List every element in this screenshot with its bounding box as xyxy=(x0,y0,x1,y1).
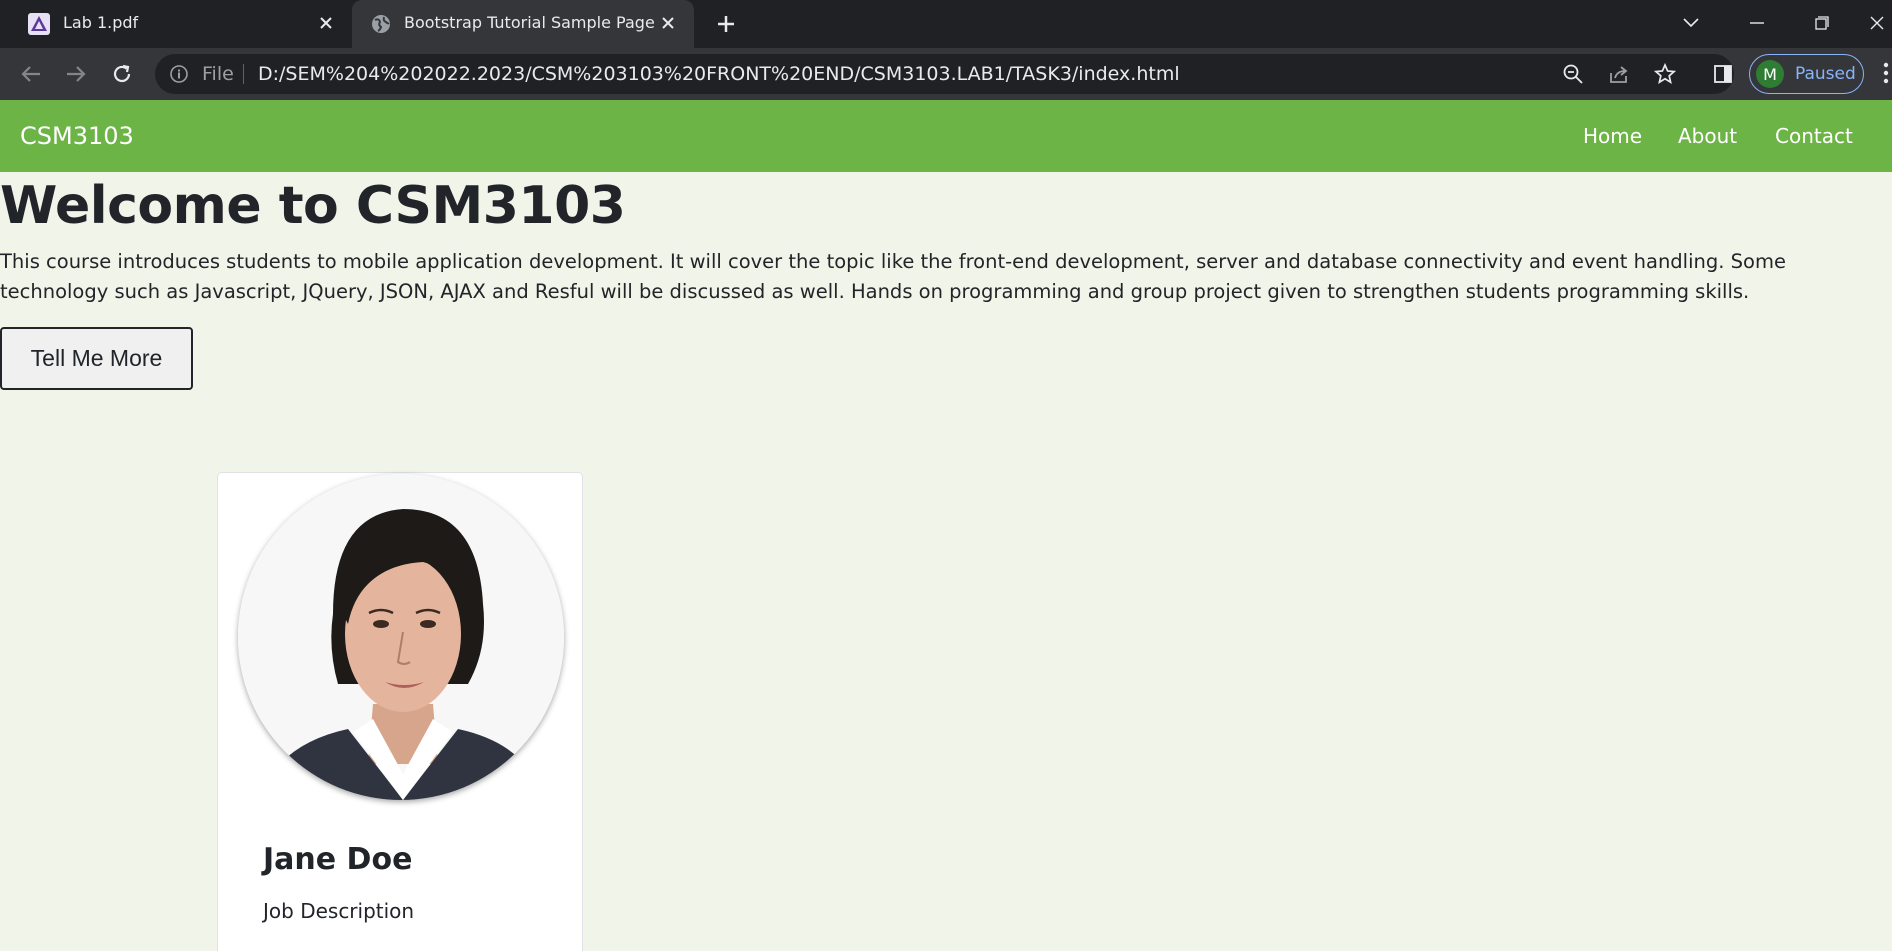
tab-bootstrap-tutorial[interactable]: Bootstrap Tutorial Sample Page xyxy=(352,0,694,48)
card-name: Jane Doe xyxy=(263,842,413,877)
close-window-icon[interactable] xyxy=(1862,8,1892,38)
nav-link-contact[interactable]: Contact xyxy=(1775,124,1853,148)
tab-search-chevron-icon[interactable] xyxy=(1674,8,1708,38)
zoom-icon[interactable] xyxy=(1562,63,1584,85)
profile-card: Jane Doe Job Description xyxy=(217,472,583,951)
share-icon[interactable] xyxy=(1608,63,1630,85)
avatar: M xyxy=(1756,60,1784,88)
browser-toolbar: File D:/SEM%204%202022.2023/CSM%203103%2… xyxy=(0,48,1892,100)
nav-link-home[interactable]: Home xyxy=(1583,124,1642,148)
new-tab-plus-icon[interactable] xyxy=(711,9,741,39)
tab-lab1-pdf[interactable]: Lab 1.pdf xyxy=(0,0,352,48)
side-panel-icon[interactable] xyxy=(1708,59,1738,89)
nav-link-about[interactable]: About xyxy=(1678,124,1737,148)
reload-icon[interactable] xyxy=(107,59,137,89)
more-menu-icon[interactable] xyxy=(1880,58,1892,88)
tell-me-more-button[interactable]: Tell Me More xyxy=(0,327,193,390)
close-tab-icon[interactable] xyxy=(314,11,338,35)
forward-arrow-icon[interactable] xyxy=(61,59,91,89)
url-text[interactable]: D:/SEM%204%202022.2023/CSM%203103%20FRON… xyxy=(258,63,1180,85)
globe-icon xyxy=(372,15,390,33)
address-bar[interactable]: File D:/SEM%204%202022.2023/CSM%203103%2… xyxy=(155,54,1734,94)
profile-photo xyxy=(238,474,564,800)
navbar-brand[interactable]: CSM3103 xyxy=(20,122,134,150)
page-viewport: CSM3103 Home About Contact Welcome to CS… xyxy=(0,100,1892,951)
card-job-description: Job Description xyxy=(263,899,415,923)
profile-status: Paused xyxy=(1795,64,1856,84)
page-title: Welcome to CSM3103 xyxy=(0,176,626,236)
pdf-app-icon xyxy=(28,13,50,35)
url-scheme-label: File xyxy=(202,63,234,85)
bookmark-star-icon[interactable] xyxy=(1654,63,1676,85)
tab-title: Bootstrap Tutorial Sample Page xyxy=(404,13,655,32)
close-tab-icon[interactable] xyxy=(656,11,680,35)
tab-strip: Lab 1.pdf Bootstrap Tutorial Sample Page xyxy=(0,0,1892,48)
site-navbar: CSM3103 Home About Contact xyxy=(0,100,1892,172)
omnibox-divider xyxy=(243,64,244,84)
minimize-icon[interactable] xyxy=(1740,8,1774,38)
restore-icon[interactable] xyxy=(1805,8,1839,38)
site-info-icon[interactable] xyxy=(169,64,189,84)
course-intro-text: This course introduces students to mobil… xyxy=(0,250,1786,303)
tab-title: Lab 1.pdf xyxy=(63,13,139,32)
back-arrow-icon[interactable] xyxy=(16,59,46,89)
profile-button[interactable]: M Paused xyxy=(1749,54,1864,94)
